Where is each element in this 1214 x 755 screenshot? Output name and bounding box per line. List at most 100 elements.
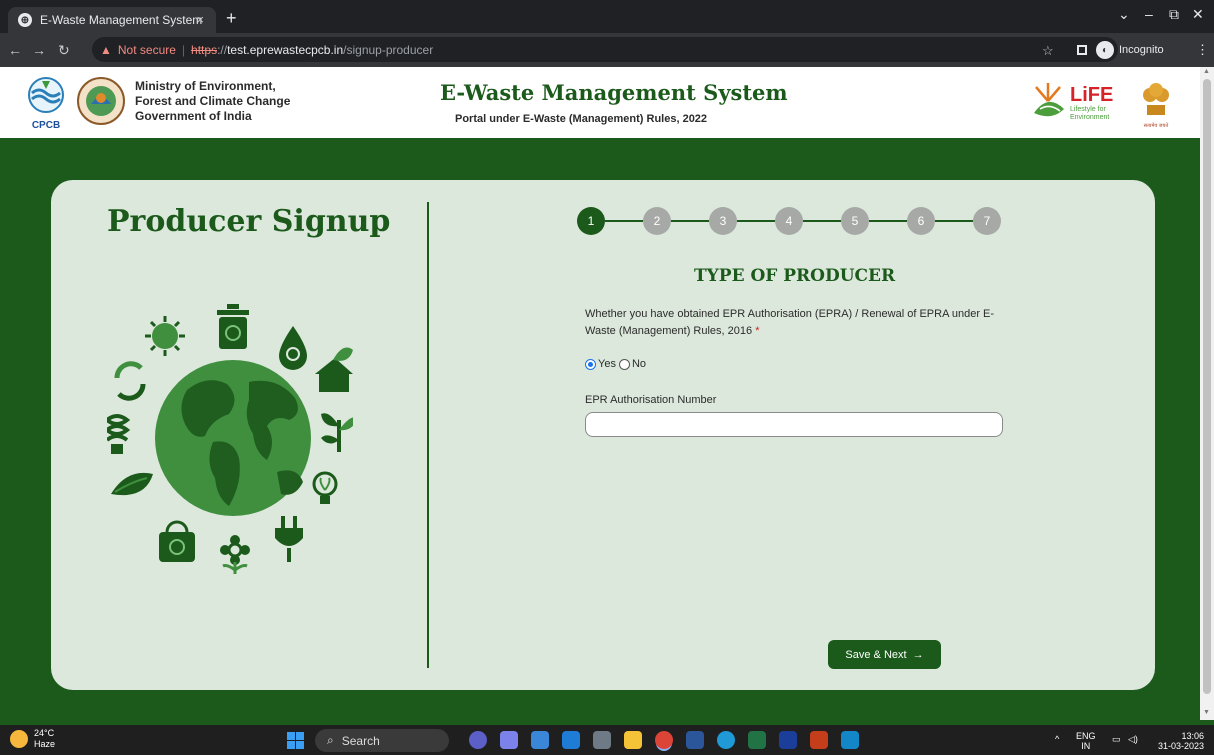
weather-haze-icon <box>10 730 28 748</box>
page-scrollbar[interactable]: ▲ ▼ <box>1200 67 1214 720</box>
copilot-app-icon[interactable] <box>469 731 487 749</box>
tab-search-icon[interactable]: ⌄ <box>1118 6 1130 23</box>
tab-close-button[interactable]: × <box>196 12 204 27</box>
edge-app-icon[interactable] <box>717 731 735 749</box>
arrow-right-icon: → <box>912 648 924 661</box>
step-connector <box>935 220 973 222</box>
eco-house-icon <box>315 347 353 392</box>
epra-radio-group: Yes No <box>585 358 646 370</box>
volume-icon[interactable]: ◁) <box>1128 734 1138 744</box>
step-3[interactable]: 3 <box>709 207 737 235</box>
taskbar-search[interactable]: ⌕ Search <box>315 729 449 752</box>
life-mission-logo-icon: LiFE Lifestyle for Environment <box>1034 83 1113 121</box>
step-2[interactable]: 2 <box>643 207 671 235</box>
excel-app-icon[interactable] <box>748 731 766 749</box>
ministry-line-2: Forest and Climate Change <box>135 94 291 108</box>
scrollbar-thumb[interactable] <box>1203 79 1211 694</box>
tray-overflow-icon[interactable]: ^ <box>1055 734 1059 744</box>
language-code: ENG <box>1076 731 1096 741</box>
step-1[interactable]: 1 <box>577 207 605 235</box>
windows-start-icon[interactable] <box>287 732 304 749</box>
step-5[interactable]: 5 <box>841 207 869 235</box>
shopping-bag-icon <box>159 520 195 562</box>
file-explorer-icon[interactable] <box>624 731 642 749</box>
url-scheme: https <box>191 42 218 57</box>
forward-arrow-icon[interactable]: → <box>32 42 46 58</box>
ministry-line-1: Ministry of Environment, <box>135 79 276 93</box>
required-marker: * <box>755 325 760 337</box>
leaf-icon <box>111 472 153 496</box>
minimize-icon[interactable]: – <box>1145 6 1153 22</box>
life-logo-tagline-2: Environment <box>1070 114 1109 121</box>
mail-app-icon[interactable] <box>562 731 580 749</box>
restore-icon[interactable]: ⧉ <box>1169 6 1179 23</box>
eco-globe-illustration <box>107 304 353 574</box>
address-bar[interactable]: ▲ Not secure | https://test.eprewastecpc… <box>92 37 1118 62</box>
epr-number-input[interactable] <box>585 412 1003 437</box>
infinity-app-icon[interactable] <box>779 731 797 749</box>
taskbar-search-label: Search <box>341 733 380 748</box>
scroll-up-icon[interactable]: ▲ <box>1203 68 1210 75</box>
incognito-indicator[interactable]: ◐ Incognito <box>1096 40 1164 60</box>
epr-number-label: EPR Authorisation Number <box>585 394 717 406</box>
radio-yes-label[interactable]: Yes <box>598 358 616 370</box>
weather-condition: Haze <box>34 739 56 749</box>
weather-widget[interactable]: 24°C Haze <box>10 728 55 750</box>
teams-app-icon[interactable] <box>500 731 518 749</box>
incognito-icon: ◐ <box>1096 41 1114 59</box>
system-clock[interactable]: 13:06 31-03-2023 <box>1158 731 1204 751</box>
radio-no[interactable] <box>618 358 630 370</box>
step-connector <box>803 220 841 222</box>
step-7[interactable]: 7 <box>973 207 1001 235</box>
browser-tab-bar: ⊕ E-Waste Management System × + ⌄ – ⧉ ✕ <box>0 0 1214 33</box>
clock-date: 31-03-2023 <box>1158 741 1205 751</box>
chrome-app-icon[interactable] <box>655 731 673 749</box>
cpcb-logo-icon: CPCB <box>28 77 64 131</box>
step-4[interactable]: 4 <box>775 207 803 235</box>
life-logo-tagline-1: Lifestyle for <box>1070 106 1106 113</box>
not-secure-label: Not secure <box>117 42 176 57</box>
powerpoint-app-icon[interactable] <box>810 731 828 749</box>
cfl-bulb-icon <box>107 414 131 454</box>
step-connector <box>605 220 643 222</box>
step-6[interactable]: 6 <box>907 207 935 235</box>
site-title: E-Waste Management System <box>440 80 788 105</box>
skype-app-icon[interactable] <box>841 731 859 749</box>
radio-yes[interactable] <box>585 358 596 370</box>
life-logo-text: LiFE <box>1070 84 1113 106</box>
url-host: test.eprewastecpcb.in <box>227 42 344 57</box>
network-icon[interactable]: ▭ <box>1112 734 1121 744</box>
new-tab-button[interactable]: + <box>226 8 237 29</box>
incognito-label: Incognito <box>1119 44 1164 56</box>
ministry-seal-icon <box>77 77 125 125</box>
reload-icon[interactable]: ↻ <box>58 42 70 59</box>
side-panel-icon[interactable] <box>1077 45 1087 55</box>
signup-card: Producer Signup 1 2 3 4 5 6 7 TYPE OF PR… <box>51 180 1155 690</box>
site-header: CPCB Ministry of Environment, Forest and… <box>0 67 1200 138</box>
search-icon: ⌕ <box>327 733 334 747</box>
calculator-app-icon[interactable] <box>593 731 611 749</box>
tab-title: E-Waste Management System <box>40 13 203 27</box>
browser-tab[interactable]: ⊕ E-Waste Management System × <box>8 7 216 33</box>
page-title: Producer Signup <box>107 204 391 239</box>
plant-icon <box>321 413 353 452</box>
bookmark-star-icon[interactable]: ☆ <box>1042 43 1054 59</box>
scroll-down-icon[interactable]: ▼ <box>1203 709 1210 716</box>
sun-icon <box>145 316 185 356</box>
ministry-name: Ministry of Environment, Forest and Clim… <box>135 79 290 124</box>
window-close-icon[interactable]: ✕ <box>1192 6 1204 23</box>
epra-question-text: Whether you have obtained EPR Authorisat… <box>585 308 995 337</box>
national-emblem-icon: सत्यमेव जयते <box>1143 83 1169 129</box>
region-code: IN <box>1081 741 1091 751</box>
warning-triangle-icon: ▲ <box>100 42 112 57</box>
store-app-icon[interactable] <box>531 731 549 749</box>
section-title: TYPE OF PRODUCER <box>694 266 896 286</box>
radio-no-label[interactable]: No <box>632 358 646 370</box>
word-app-icon[interactable] <box>686 731 704 749</box>
browser-menu-icon[interactable]: ⋮ <box>1196 42 1209 58</box>
browser-toolbar: ← → ↻ ▲ Not secure | https://test.eprewa… <box>0 33 1214 67</box>
back-arrow-icon[interactable]: ← <box>8 42 22 58</box>
save-next-button[interactable]: Save & Next → <box>828 640 941 669</box>
power-plug-icon <box>275 516 303 562</box>
language-indicator[interactable]: ENG IN <box>1076 731 1096 751</box>
